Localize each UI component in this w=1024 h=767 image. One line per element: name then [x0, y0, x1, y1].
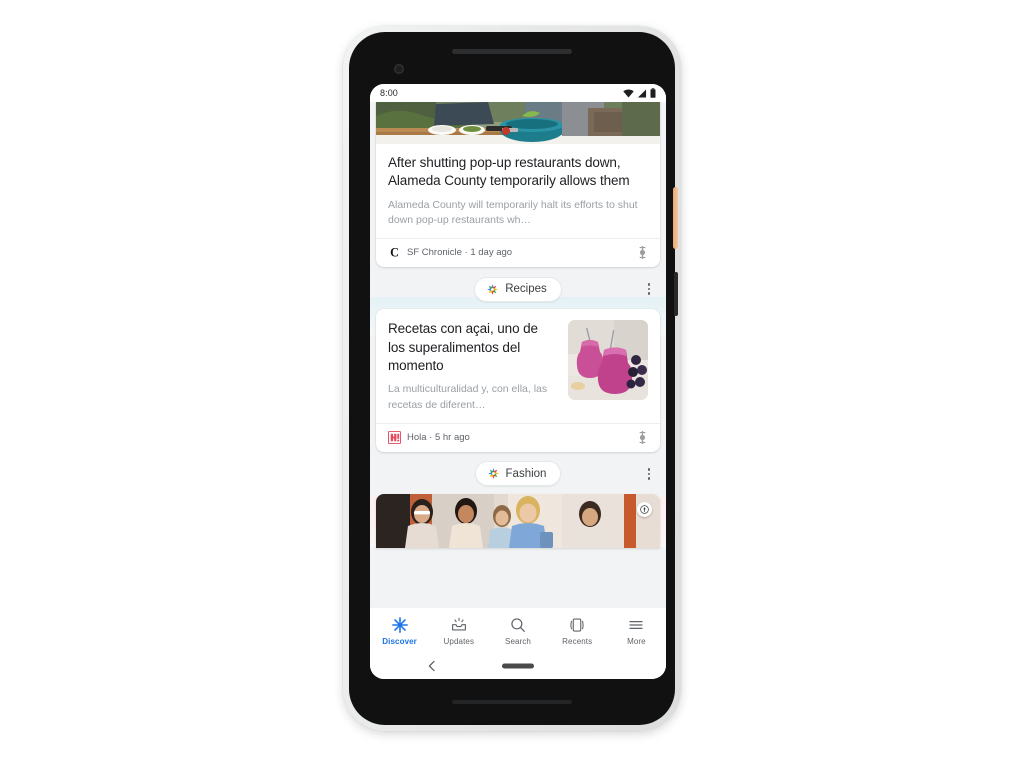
status-time: 8:00	[380, 88, 398, 98]
fashion-card-image[interactable]	[376, 493, 660, 548]
updates-tray-icon	[451, 617, 466, 630]
nav-label-recents: Recents	[562, 636, 593, 646]
news-headline: After shutting pop-up restaurants down, …	[388, 155, 630, 189]
back-chevron-icon[interactable]	[426, 660, 438, 672]
more-hamburger-icon	[629, 620, 644, 629]
recipes-card[interactable]: Recetas con açai, uno de los superalimen…	[376, 309, 660, 452]
android-system-nav	[370, 653, 666, 679]
fashion-chip-row: Fashion	[370, 454, 666, 494]
phone-body: 8:00 After shutting pop-up restaurants d…	[349, 32, 678, 725]
news-card-text: After shutting pop-up restaurants down, …	[376, 144, 660, 229]
home-pill-indicator[interactable]	[502, 663, 534, 669]
nav-label-updates: Updates	[443, 636, 475, 646]
nav-item-more[interactable]: More	[607, 608, 666, 653]
bottom-navigation-bar: Discover Updates Search Recents More	[370, 607, 666, 653]
nav-label-discover: Discover	[382, 636, 417, 646]
front-camera-icon	[394, 64, 404, 74]
recipes-card-thumbnail[interactable]	[568, 320, 648, 401]
screenshot-canvas: 8:00 After shutting pop-up restaurants d…	[0, 0, 1024, 767]
nav-item-recents[interactable]: Recents	[548, 608, 607, 653]
news-card-footer: C SF Chronicle · 1 day ago	[376, 238, 660, 267]
more-options-icon[interactable]	[642, 466, 656, 482]
discover-sparkle-icon	[487, 468, 499, 480]
signal-icon	[637, 88, 647, 98]
recipes-source: Hola · 5 hr ago	[407, 431, 470, 443]
volume-button[interactable]	[674, 272, 678, 316]
feed-content: After shutting pop-up restaurants down, …	[370, 102, 666, 548]
recipes-snippet: La multiculturalidad y, con ella, las re…	[388, 383, 548, 412]
sf-chronicle-favicon: C	[390, 246, 399, 259]
search-icon	[511, 617, 525, 632]
news-card[interactable]: After shutting pop-up restaurants down, …	[376, 102, 660, 268]
news-card-image[interactable]	[376, 102, 660, 144]
share-icon[interactable]	[637, 430, 648, 444]
discover-feed[interactable]: After shutting pop-up restaurants down, …	[370, 102, 666, 607]
fashion-card[interactable]	[376, 493, 660, 548]
nav-label-more: More	[627, 636, 646, 646]
bottom-speaker-grille	[452, 700, 572, 704]
status-bar: 8:00	[370, 84, 666, 102]
battery-icon	[650, 88, 656, 98]
topic-chip-recipes[interactable]: Recipes	[474, 276, 562, 302]
status-icons	[623, 88, 656, 98]
earpiece-speaker	[452, 49, 572, 54]
wifi-icon	[623, 88, 634, 98]
power-button[interactable]	[673, 187, 678, 249]
phone-device: 8:00 After shutting pop-up restaurants d…	[343, 26, 681, 731]
nav-item-search[interactable]: Search	[488, 608, 547, 653]
hola-favicon	[388, 430, 401, 444]
recipes-chip-row: Recipes	[370, 269, 666, 309]
nav-item-updates[interactable]: Updates	[429, 608, 488, 653]
video-badge-icon	[637, 501, 652, 517]
news-snippet: Alameda County will temporarily halt its…	[388, 198, 638, 227]
topic-chip-fashion[interactable]: Fashion	[474, 461, 562, 487]
topic-chip-recipes-label: Recipes	[505, 283, 547, 296]
topic-chip-fashion-label: Fashion	[505, 467, 547, 480]
news-source: SF Chronicle · 1 day ago	[407, 247, 513, 259]
phone-screen: 8:00 After shutting pop-up restaurants d…	[370, 84, 666, 679]
recipes-headline: Recetas con açai, uno de los superalimen…	[388, 321, 538, 373]
discover-asterisk-icon	[391, 616, 408, 633]
share-icon[interactable]	[637, 246, 648, 260]
recents-cards-icon	[570, 617, 584, 632]
discover-sparkle-icon	[487, 283, 499, 295]
recipes-card-text: Recetas con açai, uno de los superalimen…	[388, 320, 558, 414]
recipes-card-footer: Hola · 5 hr ago	[376, 422, 660, 452]
svg-text:C: C	[390, 246, 399, 259]
more-options-icon[interactable]	[642, 281, 656, 297]
nav-item-discover[interactable]: Discover	[370, 608, 429, 653]
recipes-card-body: Recetas con açai, uno de los superalimen…	[376, 309, 660, 414]
nav-label-search: Search	[505, 636, 531, 646]
